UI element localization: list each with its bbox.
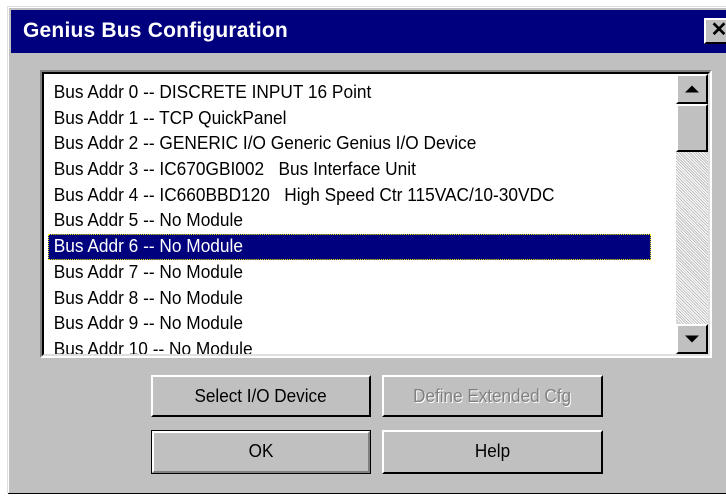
define-extended-cfg-button: Define Extended Cfg — [382, 375, 603, 417]
ok-label: OK — [248, 441, 274, 461]
list-item[interactable]: Bus Addr 0 -- DISCRETE INPUT 16 Point — [48, 80, 651, 106]
scroll-down-button[interactable] — [676, 324, 708, 354]
arrow-up-icon — [685, 85, 699, 93]
define-extended-cfg-label: Define Extended Cfg — [413, 386, 572, 406]
list-item[interactable]: Bus Addr 6 -- No Module — [48, 234, 651, 260]
list-frame: Bus Addr 0 -- DISCRETE INPUT 16 Point Bus… — [42, 72, 710, 356]
close-icon: ✕ — [710, 19, 726, 41]
genius-bus-config-dialog: Genius Bus Configuration ✕ Bus Addr 0 --… — [7, 6, 726, 493]
arrow-down-icon — [685, 335, 699, 343]
list-items: Bus Addr 0 -- DISCRETE INPUT 16 Point Bus… — [44, 80, 674, 354]
list-item[interactable]: Bus Addr 8 -- No Module — [48, 286, 651, 312]
list-item[interactable]: Bus Addr 10 -- No Module — [48, 337, 651, 354]
list-item[interactable]: Bus Addr 3 -- IC670GBI002 Bus Interface … — [48, 157, 651, 183]
scroll-up-button[interactable] — [676, 74, 708, 104]
list-item[interactable]: Bus Addr 2 -- GENERIC I/O Generic Genius… — [48, 131, 651, 157]
select-io-device-label: Select I/O Device — [194, 386, 328, 406]
select-io-device-button[interactable]: Select I/O Device — [151, 375, 371, 417]
close-button[interactable]: ✕ — [704, 18, 726, 44]
help-label: Help — [474, 441, 511, 461]
list-item[interactable]: Bus Addr 5 -- No Module — [48, 208, 651, 234]
bus-address-list[interactable]: Bus Addr 0 -- DISCRETE INPUT 16 Point Bus… — [40, 70, 712, 358]
list-item[interactable]: Bus Addr 9 -- No Module — [48, 311, 651, 337]
title-bar[interactable]: Genius Bus Configuration ✕ — [11, 10, 726, 53]
vertical-scrollbar[interactable] — [676, 74, 708, 354]
help-button[interactable]: Help — [382, 430, 603, 474]
list-item[interactable]: Bus Addr 4 -- IC660BBD120 High Speed Ctr… — [48, 183, 651, 209]
ok-button[interactable]: OK — [151, 430, 371, 474]
dialog-title: Genius Bus Configuration — [23, 19, 288, 42]
list-item[interactable]: Bus Addr 7 -- No Module — [48, 260, 651, 286]
scroll-thumb[interactable] — [676, 104, 708, 152]
list-item[interactable]: Bus Addr 1 -- TCP QuickPanel — [48, 106, 651, 132]
